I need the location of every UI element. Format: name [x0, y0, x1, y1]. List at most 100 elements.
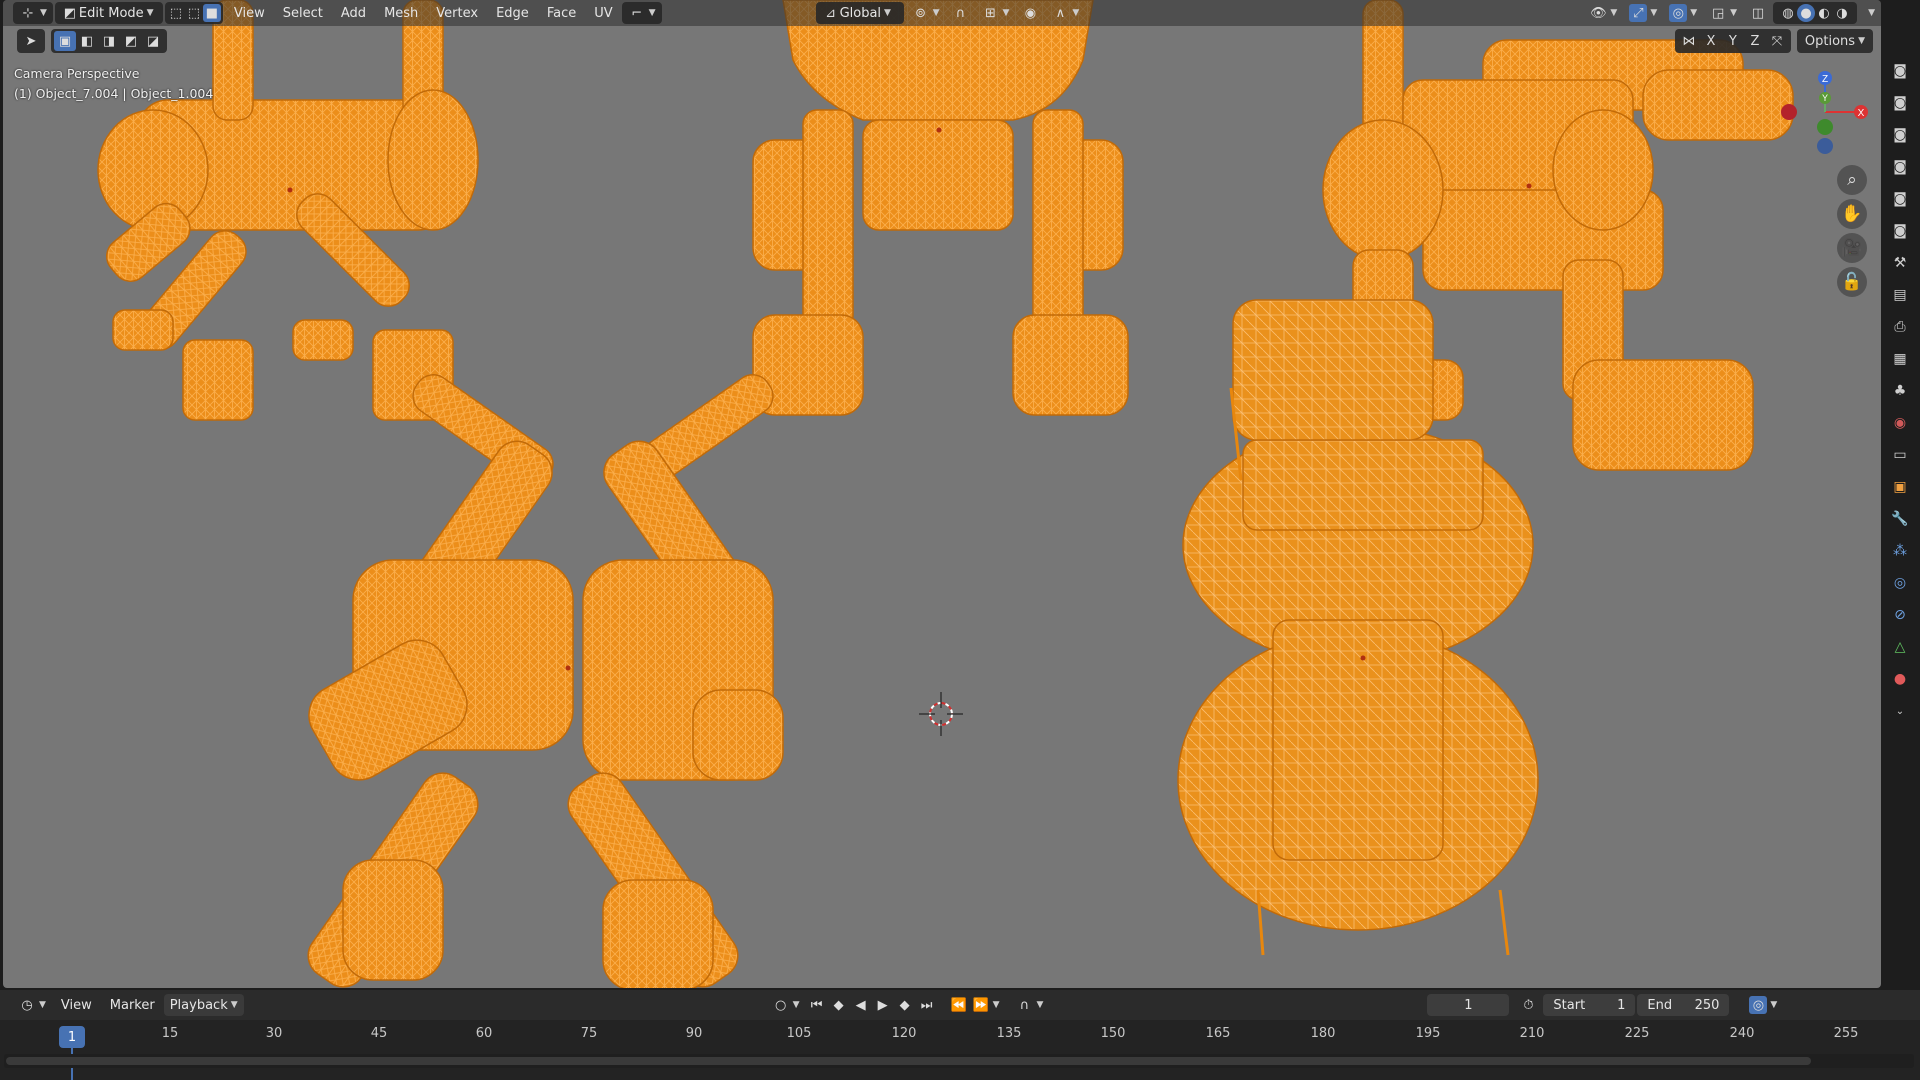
uv-tool-dropdown[interactable]: ⌐ ▼	[621, 2, 662, 24]
mirror-icon[interactable]: ⋈	[1678, 31, 1700, 51]
transform-orientation-dropdown[interactable]: ⊿ Global ▼	[815, 2, 904, 24]
robot-bottom-left	[307, 374, 784, 988]
playhead-frame-indicator[interactable]: 1	[59, 1026, 85, 1048]
mirror-x-toggle[interactable]: X	[1700, 31, 1722, 51]
visibility-dropdown[interactable]: 👁 ▼	[1583, 2, 1623, 24]
start-frame-value: 1	[1617, 997, 1626, 1013]
physics-icon[interactable]: ◎	[1887, 570, 1913, 596]
stopwatch-icon[interactable]: ⏱	[1519, 996, 1537, 1014]
world-icon[interactable]: ◉	[1887, 410, 1913, 436]
end-frame-field[interactable]: End 250	[1637, 994, 1730, 1016]
mirror-z-toggle[interactable]: Z	[1744, 31, 1766, 51]
timeline-menu-view[interactable]: View	[52, 998, 101, 1013]
snap-target-dropdown[interactable]: ⊞ ▼	[975, 2, 1015, 24]
overlay-toggle[interactable]: ◎ ▼	[1663, 2, 1703, 24]
mirror-y-toggle[interactable]: Y	[1722, 31, 1744, 51]
output-icon[interactable]: ⎙	[1887, 314, 1913, 340]
mesh-overlay-dropdown[interactable]: ◲ ▼	[1703, 2, 1743, 24]
pan-hand-icon[interactable]: ✋	[1837, 199, 1867, 229]
mesh-edit-overlay-icon: ◲	[1712, 5, 1725, 21]
solid-shading-icon[interactable]: ●	[1797, 4, 1816, 22]
gizmo-toggle[interactable]: ⤢ ▼	[1623, 2, 1663, 24]
constraints-icon[interactable]: ⊘	[1887, 602, 1913, 628]
next-keyframe-button[interactable]: ◆	[894, 994, 916, 1016]
keying-snap-dropdown[interactable]: ∩ ▼	[1010, 994, 1050, 1016]
collection-icon[interactable]: ▭	[1887, 442, 1913, 468]
jump-end-button[interactable]: ⏭	[916, 994, 938, 1016]
camera-view-icon[interactable]: 🎥	[1837, 233, 1867, 263]
viewport-header: ⊹ ▼ ◩ Edit Mode ▼ ⬚ ⬚ ■ View Select Add Me…	[3, 0, 1881, 26]
snap-toggle[interactable]: ∩	[945, 2, 975, 24]
menu-view[interactable]: View	[225, 6, 274, 21]
rendered-shading-icon[interactable]: ◑	[1833, 4, 1851, 22]
prev-keyframe-button[interactable]: ◆	[828, 994, 850, 1016]
chevron-down-icon[interactable]: ⌄	[1887, 698, 1913, 724]
tool-icon[interactable]: ⚒	[1887, 250, 1913, 276]
zoom-icon[interactable]: ⌕	[1837, 165, 1867, 195]
prev-keyframe-icon: ◆	[833, 997, 844, 1013]
material-icon[interactable]: ●	[1887, 666, 1913, 692]
material-shading-icon[interactable]: ◐	[1815, 4, 1833, 22]
menu-mesh[interactable]: Mesh	[375, 6, 427, 21]
eye-icon: 👁	[1590, 5, 1607, 21]
render-icon[interactable]: ▤	[1887, 282, 1913, 308]
scene-icon[interactable]: ♣	[1887, 378, 1913, 404]
play-button[interactable]: ▶	[872, 994, 894, 1016]
camera-icon[interactable]: ◙	[1887, 218, 1913, 244]
object-icon[interactable]: ▣	[1887, 474, 1913, 500]
shading-dropdown[interactable]: ▼	[1859, 2, 1881, 24]
timeline-editor-type-button[interactable]: ◷ ▼	[12, 994, 52, 1016]
uv-sync-icon: ⌐	[631, 5, 643, 21]
camera-icon[interactable]: ◙	[1887, 186, 1913, 212]
select-cursor-icon[interactable]: ➤	[20, 31, 42, 51]
jump-start-button[interactable]: ⏮	[806, 994, 828, 1016]
3d-viewport[interactable]: ⊹ ▼ ◩ Edit Mode ▼ ⬚ ⬚ ■ View Select Add Me…	[3, 0, 1881, 988]
camera-icon[interactable]: ◙	[1887, 58, 1913, 84]
vertex-select-icon[interactable]: ⬚	[167, 4, 185, 22]
menu-face[interactable]: Face	[538, 6, 585, 21]
camera-icon[interactable]: ◙	[1887, 90, 1913, 116]
auto-keying-toggle[interactable]: ○ ▼	[766, 994, 806, 1016]
camera-icon[interactable]: ◙	[1887, 122, 1913, 148]
timeline-ruler[interactable]: 15 30 45 60 75 90 105 120 135 150 165 18…	[0, 1020, 1920, 1080]
prev-frame-button[interactable]: ⏪	[948, 994, 970, 1016]
timeline-menu-marker[interactable]: Marker	[101, 998, 164, 1013]
falloff-dropdown[interactable]: ∧ ▼	[1045, 2, 1085, 24]
select-intersect-icon[interactable]: ◪	[142, 31, 164, 51]
menu-add[interactable]: Add	[332, 6, 375, 21]
play-reverse-icon: ◀	[855, 997, 866, 1013]
topology-mirror-icon[interactable]: ⤧	[1766, 31, 1788, 51]
wireframe-shading-icon[interactable]: ◍	[1779, 4, 1797, 22]
mesh-data-icon[interactable]: △	[1887, 634, 1913, 660]
next-frame-button[interactable]: ⏩ ▼	[970, 994, 1002, 1016]
modifier-wrench-icon[interactable]: 🔧	[1887, 506, 1913, 532]
menu-vertex[interactable]: Vertex	[427, 6, 487, 21]
playback-dropdown[interactable]: Playback ▼	[163, 994, 244, 1016]
menu-edge[interactable]: Edge	[487, 6, 538, 21]
editor-type-button[interactable]: ⊹ ▼	[13, 2, 53, 24]
menu-uv[interactable]: UV	[585, 6, 621, 21]
camera-icon[interactable]: ◙	[1887, 154, 1913, 180]
proportional-edit-toggle[interactable]: ◉	[1015, 2, 1045, 24]
current-frame-field[interactable]: 1	[1427, 994, 1510, 1016]
pivot-point-dropdown[interactable]: ⊚ ▼	[906, 2, 946, 24]
select-new-icon[interactable]: ▣	[54, 31, 76, 51]
navigation-gizmo[interactable]: Z X Y	[1773, 62, 1873, 162]
particles-icon[interactable]: ⁂	[1887, 538, 1913, 564]
select-extend-icon[interactable]: ◧	[76, 31, 98, 51]
select-invert-icon[interactable]: ◩	[120, 31, 142, 51]
timeline-overlay-toggle[interactable]: ◎ ▼	[1743, 994, 1783, 1016]
start-frame-field[interactable]: Start 1	[1543, 994, 1636, 1016]
face-select-icon[interactable]: ■	[202, 4, 221, 22]
view-layer-icon[interactable]: ▦	[1887, 346, 1913, 372]
edge-select-icon[interactable]: ⬚	[185, 4, 203, 22]
menu-select[interactable]: Select	[274, 6, 332, 21]
timeline-scrollbar[interactable]	[4, 1054, 1914, 1068]
select-subtract-icon[interactable]: ◨	[98, 31, 120, 51]
xray-toggle[interactable]: ◫	[1743, 2, 1773, 24]
lock-icon[interactable]: 🔓	[1837, 267, 1867, 297]
play-reverse-button[interactable]: ◀	[850, 994, 872, 1016]
mode-dropdown[interactable]: ◩ Edit Mode ▼	[54, 2, 163, 24]
scrollbar-thumb[interactable]	[6, 1057, 1811, 1065]
options-dropdown[interactable]: Options ▼	[1796, 29, 1873, 53]
